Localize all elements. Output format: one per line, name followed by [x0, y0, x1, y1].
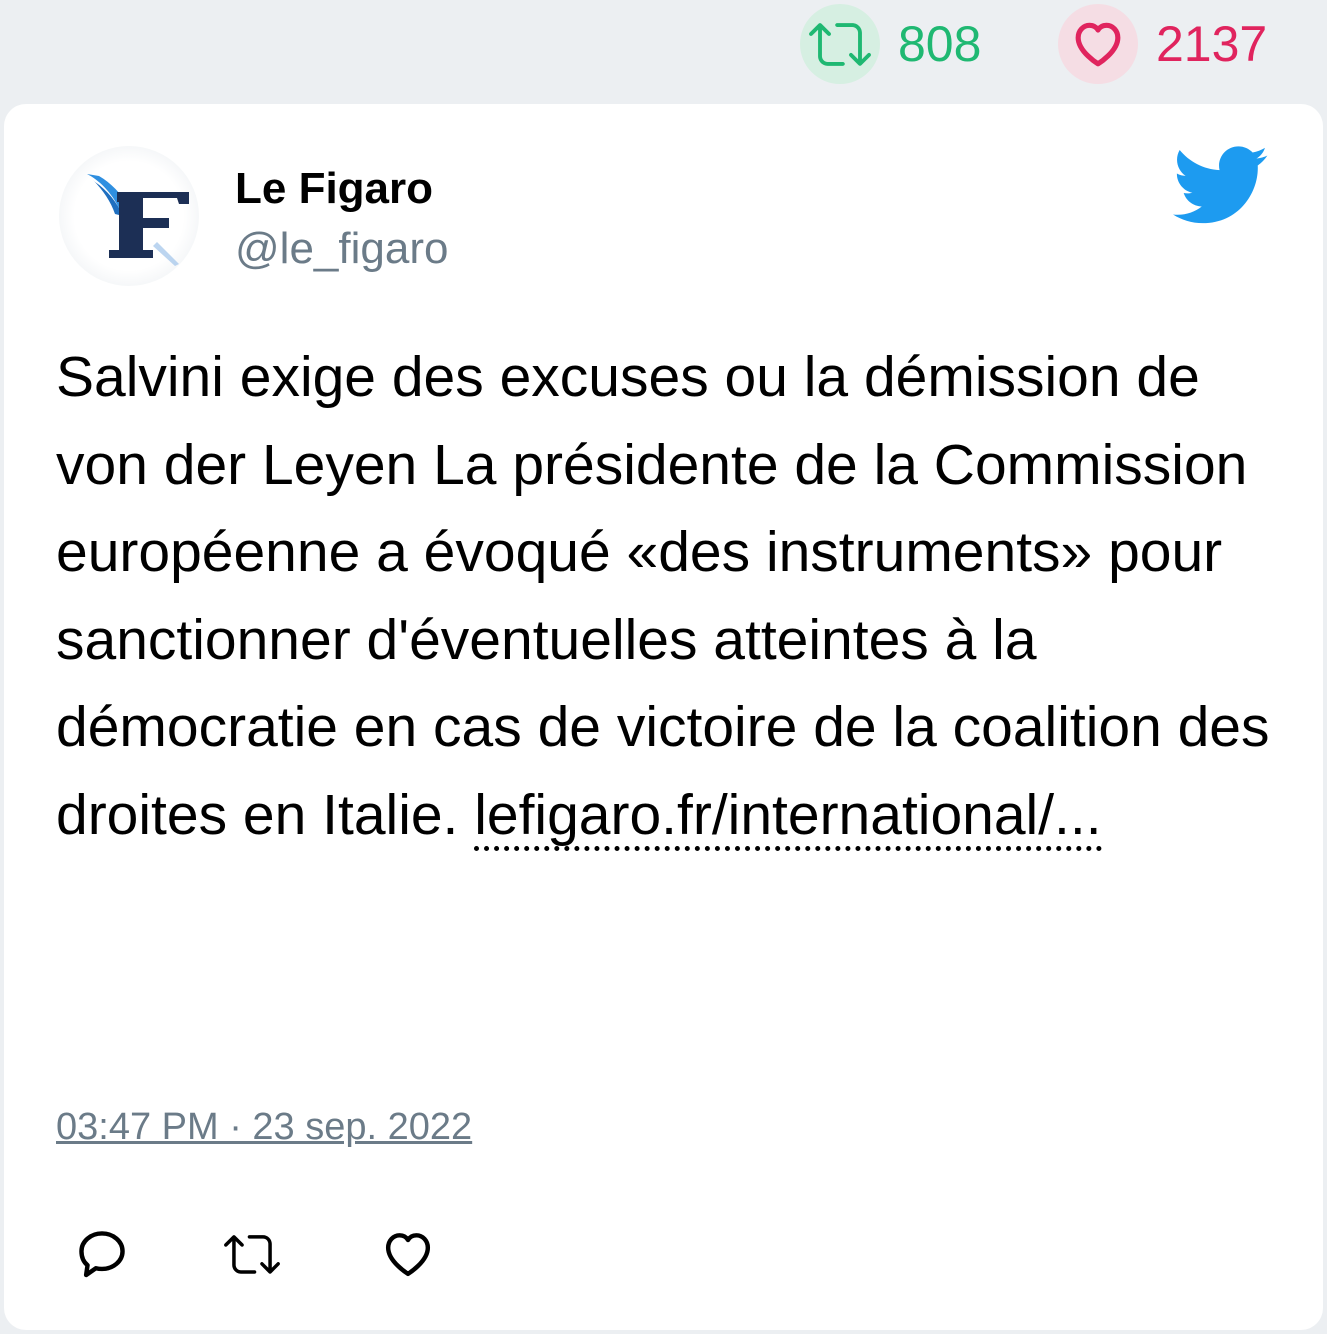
reply-icon[interactable]	[74, 1226, 130, 1282]
retweet-icon[interactable]	[224, 1226, 280, 1282]
tweet-card: Le Figaro @le_figaro Salvini exige des e…	[4, 104, 1323, 1330]
heart-icon	[1058, 4, 1138, 84]
like-icon[interactable]	[380, 1226, 436, 1282]
author-handle[interactable]: @le_figaro	[235, 224, 448, 274]
twitter-bird-icon[interactable]	[1172, 146, 1270, 226]
stats-bar: 808 2137	[0, 0, 1327, 100]
retweet-count: 808	[898, 16, 982, 72]
le-figaro-logo	[87, 174, 189, 266]
retweet-icon	[800, 4, 880, 84]
like-count: 2137	[1156, 16, 1268, 72]
tweet-text: Salvini exige des excuses ou la démissio…	[56, 334, 1291, 859]
retweet-count-stat[interactable]: 808	[800, 4, 981, 84]
author-name[interactable]: Le Figaro	[235, 164, 433, 214]
avatar[interactable]	[59, 146, 199, 286]
like-count-stat[interactable]: 2137	[1058, 4, 1267, 84]
article-link[interactable]: lefigaro.fr/international/...	[474, 784, 1102, 851]
tweet-timestamp[interactable]: 03:47 PM · 23 sep. 2022	[56, 1106, 472, 1149]
tweet-body: Salvini exige des excuses ou la démissio…	[56, 345, 1270, 847]
